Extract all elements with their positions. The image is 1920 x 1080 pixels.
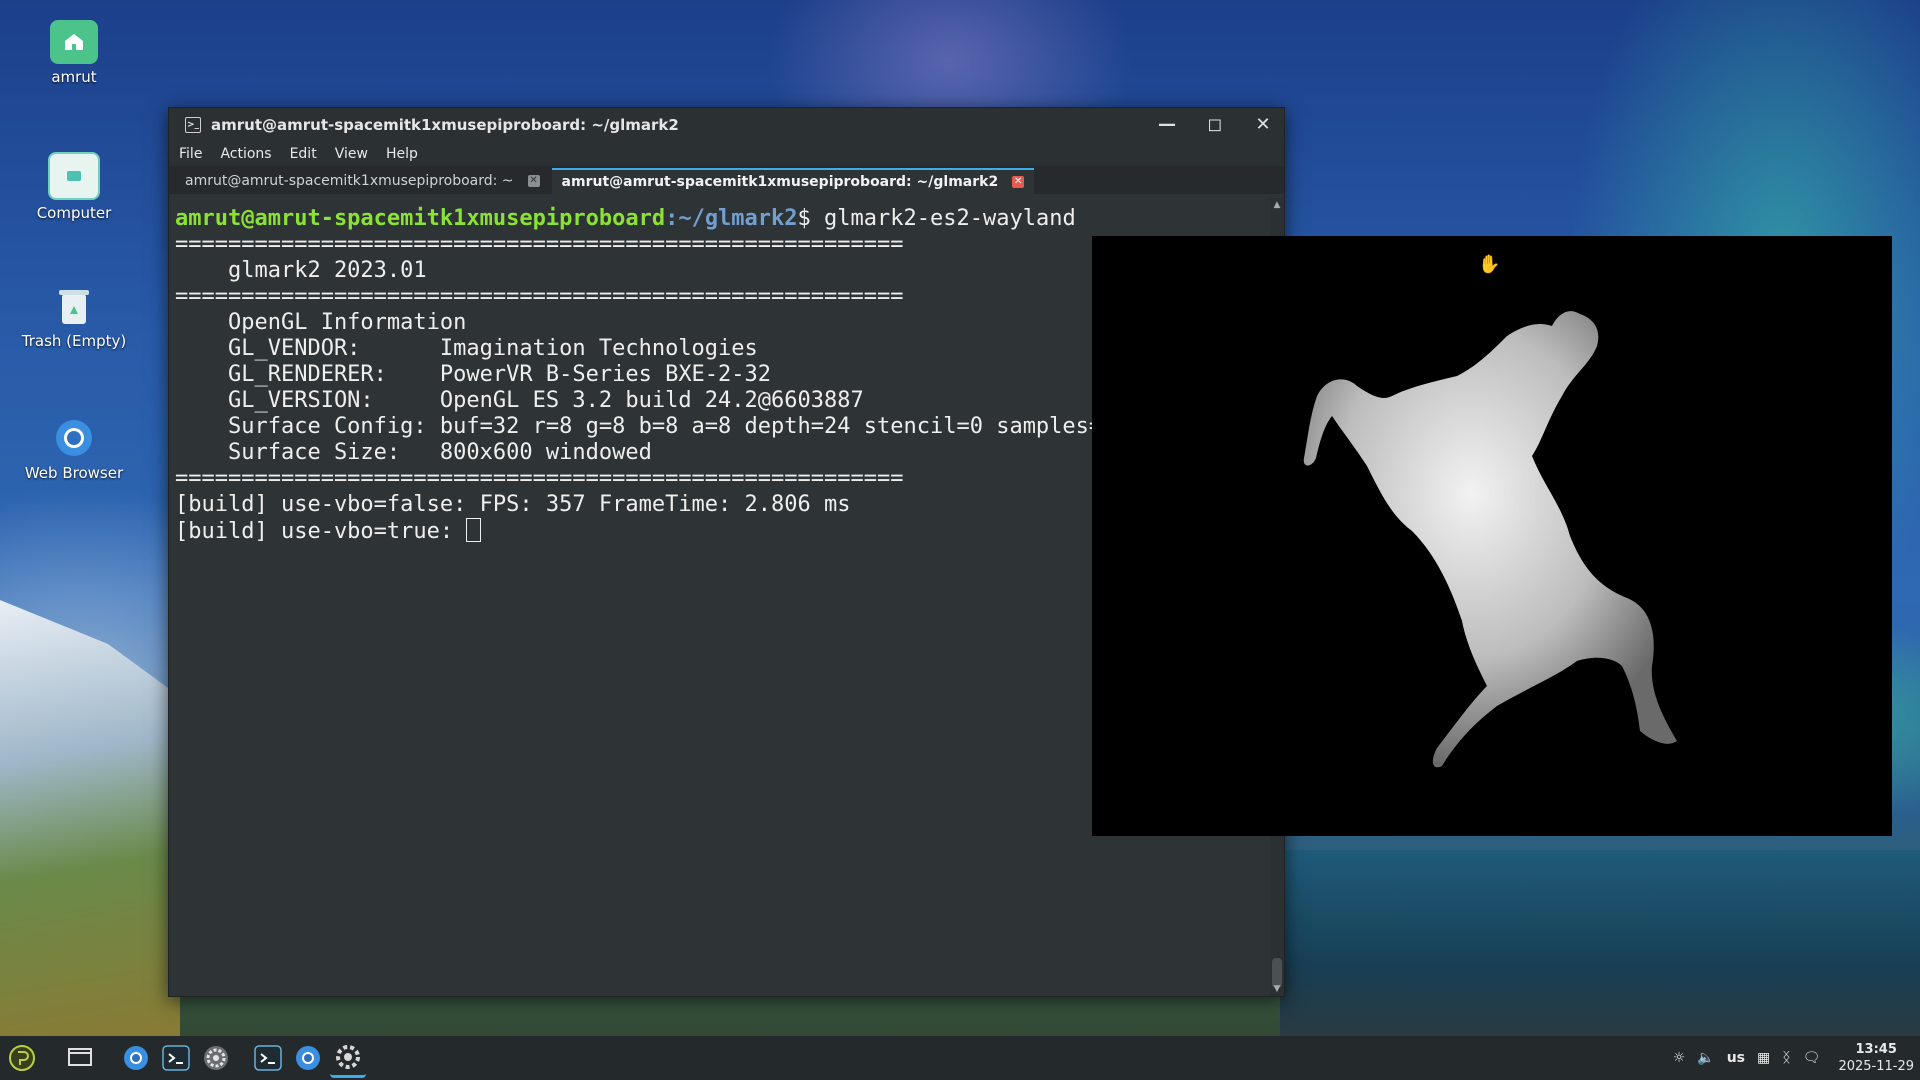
desktop-icon-home[interactable]: amrut bbox=[14, 20, 134, 86]
output-line: ========================================… bbox=[175, 284, 904, 309]
menu-file[interactable]: File bbox=[179, 146, 202, 162]
menu-help[interactable]: Help bbox=[386, 146, 418, 162]
taskbar-browser-icon[interactable] bbox=[118, 1040, 154, 1076]
output-line: OpenGL Information bbox=[175, 310, 467, 335]
taskbar-settings-icon[interactable] bbox=[198, 1040, 234, 1076]
output-line: glmark2 2023.01 bbox=[175, 258, 427, 283]
desktop-icon-label: Computer bbox=[36, 204, 112, 222]
desktop-icon-web-browser[interactable]: Web Browser bbox=[14, 416, 134, 482]
taskbar-task-browser[interactable] bbox=[290, 1040, 326, 1076]
maximize-button[interactable]: ◻ bbox=[1204, 114, 1226, 136]
rendered-horse-model bbox=[1303, 311, 1677, 768]
web-browser-icon bbox=[50, 416, 98, 460]
bluetooth-icon[interactable]: ᛝ bbox=[1782, 1050, 1790, 1066]
input-method-icon[interactable]: ▦ bbox=[1757, 1050, 1770, 1066]
menubar: File Actions Edit View Help bbox=[169, 142, 1284, 166]
terminal-app-icon: >_ bbox=[185, 117, 201, 133]
taskbar-terminal-icon[interactable] bbox=[158, 1040, 194, 1076]
desktop-icon-computer[interactable]: Computer bbox=[14, 152, 134, 222]
output-line: [build] use-vbo=false: FPS: 357 FrameTim… bbox=[175, 492, 851, 517]
volume-icon[interactable]: 🔈 bbox=[1697, 1050, 1714, 1066]
desktop-icon-trash[interactable]: Trash (Empty) bbox=[14, 284, 134, 350]
desktop-icon-label: amrut bbox=[51, 68, 97, 86]
clock-time: 13:45 bbox=[1855, 1042, 1897, 1057]
hand-cursor-icon: ✋ bbox=[1478, 254, 1501, 275]
keyboard-layout[interactable]: us bbox=[1727, 1050, 1745, 1066]
output-line: GL_VERSION: OpenGL ES 3.2 build 24.2@660… bbox=[175, 388, 864, 413]
system-tray: ☼ 🔈 us ▦ ᛝ 🗨 13:45 2025-11-29 bbox=[1673, 1036, 1914, 1080]
output-line: GL_VENDOR: Imagination Technologies bbox=[175, 336, 758, 361]
output-line: ========================================… bbox=[175, 232, 904, 257]
clock-date: 2025-11-29 bbox=[1838, 1059, 1914, 1074]
taskbar-task-glmark2[interactable] bbox=[330, 1039, 366, 1078]
computer-icon bbox=[48, 152, 100, 200]
close-tab-icon[interactable]: ✕ bbox=[1012, 176, 1025, 188]
desktop-wallpaper-hill bbox=[0, 600, 180, 1040]
terminal-titlebar[interactable]: >_ amrut@amrut-spacemitk1xmusepiproboard… bbox=[169, 108, 1284, 142]
tab-glmark2[interactable]: amrut@amrut-spacemitk1xmusepiproboard: ~… bbox=[551, 168, 1035, 194]
notifications-icon[interactable]: 🗨 bbox=[1803, 1050, 1821, 1066]
tab-label: amrut@amrut-spacemitk1xmusepiproboard: ~… bbox=[561, 174, 999, 190]
prompt-path: :~/glmark2 bbox=[665, 206, 798, 231]
close-button[interactable]: ✕ bbox=[1252, 114, 1274, 136]
current-line: [build] use-vbo=true: bbox=[175, 519, 467, 544]
tab-home[interactable]: amrut@amrut-spacemitk1xmusepiproboard: ~… bbox=[175, 168, 550, 194]
tab-label: amrut@amrut-spacemitk1xmusepiproboard: ~ bbox=[185, 173, 514, 189]
show-desktop-button[interactable] bbox=[62, 1040, 98, 1076]
output-line: GL_RENDERER: PowerVR B-Series BXE-2-32 bbox=[175, 362, 772, 387]
scroll-down-icon[interactable]: ▼ bbox=[1270, 982, 1284, 996]
desktop-icon-label: Trash (Empty) bbox=[21, 332, 127, 350]
prompt-symbol: $ bbox=[797, 206, 825, 231]
minimize-button[interactable]: — bbox=[1156, 114, 1178, 136]
output-line: Surface Config: buf=32 r=8 g=8 b=8 a=8 d… bbox=[175, 414, 1116, 439]
trash-icon bbox=[50, 284, 98, 328]
brightness-icon[interactable]: ☼ bbox=[1673, 1050, 1686, 1066]
taskbar-task-terminal[interactable] bbox=[250, 1040, 286, 1076]
menu-edit[interactable]: Edit bbox=[290, 146, 317, 162]
application-launcher-button[interactable] bbox=[4, 1040, 40, 1076]
desktop-icon-label: Web Browser bbox=[24, 464, 124, 482]
menu-view[interactable]: View bbox=[335, 146, 368, 162]
clock[interactable]: 13:45 2025-11-29 bbox=[1838, 1041, 1914, 1075]
tab-bar: amrut@amrut-spacemitk1xmusepiproboard: ~… bbox=[169, 166, 1284, 194]
scroll-up-icon[interactable]: ▲ bbox=[1270, 198, 1284, 212]
home-folder-icon bbox=[50, 20, 98, 64]
desktop-wallpaper-lake bbox=[1280, 850, 1920, 1040]
output-line: ========================================… bbox=[175, 466, 904, 491]
taskbar: ☼ 🔈 us ▦ ᛝ 🗨 13:45 2025-11-29 bbox=[0, 1036, 1920, 1080]
prompt-user: amrut@amrut-spacemitk1xmusepiproboard bbox=[175, 206, 666, 231]
command-text: glmark2-es2-wayland bbox=[824, 206, 1076, 231]
close-tab-icon[interactable]: ✕ bbox=[527, 175, 540, 187]
text-cursor bbox=[466, 518, 482, 542]
output-line: Surface Size: 800x600 windowed bbox=[175, 440, 652, 465]
window-title: amrut@amrut-spacemitk1xmusepiproboard: ~… bbox=[211, 116, 679, 134]
glmark2-render-window[interactable]: ✋ bbox=[1092, 236, 1892, 836]
menu-actions[interactable]: Actions bbox=[220, 146, 271, 162]
